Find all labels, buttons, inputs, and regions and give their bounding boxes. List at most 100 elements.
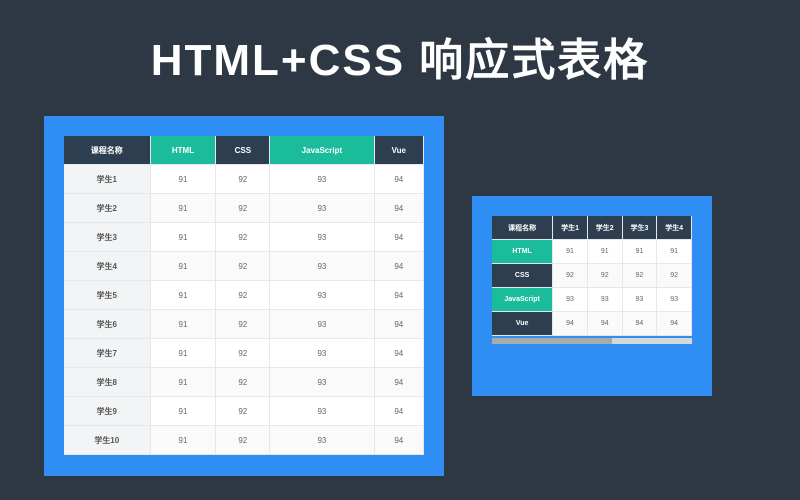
cell-value: 91 bbox=[151, 194, 217, 223]
table-row: 学生191929394 bbox=[64, 165, 424, 194]
row-header: CSS bbox=[492, 264, 553, 288]
table-row: Vue94949494 bbox=[492, 312, 692, 336]
cell-value: 91 bbox=[151, 165, 217, 194]
cell-value: 94 bbox=[623, 312, 658, 336]
col-header-course: 课程名称 bbox=[64, 136, 151, 165]
cell-value: 92 bbox=[588, 264, 623, 288]
cell-value: 92 bbox=[216, 426, 270, 455]
table-row: 学生591929394 bbox=[64, 281, 424, 310]
cell-value: 92 bbox=[553, 264, 588, 288]
cell-value: 93 bbox=[270, 252, 374, 281]
cell-value: 92 bbox=[216, 223, 270, 252]
cell-value: 91 bbox=[623, 240, 658, 264]
cell-value: 94 bbox=[375, 281, 424, 310]
col-header-student1: 学生1 bbox=[553, 216, 588, 240]
desktop-table-panel: 课程名称 HTML CSS JavaScript Vue 学生191929394… bbox=[44, 116, 444, 476]
col-header-javascript: JavaScript bbox=[270, 136, 374, 165]
cell-value: 94 bbox=[375, 368, 424, 397]
cell-value: 94 bbox=[375, 310, 424, 339]
table-header-row: 课程名称 学生1 学生2 学生3 学生4 bbox=[492, 216, 692, 240]
horizontal-scrollbar[interactable] bbox=[492, 338, 692, 344]
cell-value: 93 bbox=[270, 310, 374, 339]
cell-value: 91 bbox=[151, 281, 217, 310]
mobile-table: 课程名称 学生1 学生2 学生3 学生4 HTML91919191CSS9292… bbox=[492, 216, 692, 336]
col-header-css: CSS bbox=[216, 136, 270, 165]
cell-value: 92 bbox=[623, 264, 658, 288]
cell-value: 92 bbox=[216, 281, 270, 310]
col-header-student2: 学生2 bbox=[588, 216, 623, 240]
cell-value: 93 bbox=[270, 281, 374, 310]
row-header: Vue bbox=[492, 312, 553, 336]
cell-value: 94 bbox=[553, 312, 588, 336]
desktop-table: 课程名称 HTML CSS JavaScript Vue 学生191929394… bbox=[64, 136, 424, 455]
cell-value: 93 bbox=[270, 368, 374, 397]
row-label: 学生10 bbox=[64, 426, 151, 455]
col-header-html: HTML bbox=[151, 136, 217, 165]
table-row: 学生391929394 bbox=[64, 223, 424, 252]
cell-value: 93 bbox=[623, 288, 658, 312]
cell-value: 91 bbox=[151, 397, 217, 426]
table-row: HTML91919191 bbox=[492, 240, 692, 264]
cell-value: 94 bbox=[375, 252, 424, 281]
cell-value: 94 bbox=[375, 397, 424, 426]
table-row: 学生491929394 bbox=[64, 252, 424, 281]
mobile-table-panel: 课程名称 学生1 学生2 学生3 学生4 HTML91919191CSS9292… bbox=[472, 196, 712, 396]
table-row: 学生791929394 bbox=[64, 339, 424, 368]
table-header-row: 课程名称 HTML CSS JavaScript Vue bbox=[64, 136, 424, 165]
cell-value: 93 bbox=[270, 223, 374, 252]
cell-value: 92 bbox=[216, 368, 270, 397]
cell-value: 93 bbox=[270, 165, 374, 194]
cell-value: 93 bbox=[553, 288, 588, 312]
row-label: 学生4 bbox=[64, 252, 151, 281]
table-row: 学生1091929394 bbox=[64, 426, 424, 455]
page-title: HTML+CSS 响应式表格 bbox=[0, 0, 800, 116]
cell-value: 94 bbox=[588, 312, 623, 336]
cell-value: 93 bbox=[270, 426, 374, 455]
cell-value: 91 bbox=[151, 223, 217, 252]
row-label: 学生7 bbox=[64, 339, 151, 368]
row-label: 学生3 bbox=[64, 223, 151, 252]
cell-value: 93 bbox=[270, 339, 374, 368]
col-header-student4: 学生4 bbox=[657, 216, 692, 240]
cell-value: 91 bbox=[553, 240, 588, 264]
cell-value: 94 bbox=[375, 165, 424, 194]
row-label: 学生5 bbox=[64, 281, 151, 310]
table-row: CSS92929292 bbox=[492, 264, 692, 288]
row-label: 学生1 bbox=[64, 165, 151, 194]
col-header-student3: 学生3 bbox=[623, 216, 658, 240]
cell-value: 92 bbox=[657, 264, 692, 288]
table-row: 学生291929394 bbox=[64, 194, 424, 223]
cell-value: 92 bbox=[216, 194, 270, 223]
row-header: JavaScript bbox=[492, 288, 553, 312]
table-row: 学生991929394 bbox=[64, 397, 424, 426]
cell-value: 91 bbox=[151, 310, 217, 339]
panels-container: 课程名称 HTML CSS JavaScript Vue 学生191929394… bbox=[0, 116, 800, 476]
table-row: JavaScript93939393 bbox=[492, 288, 692, 312]
cell-value: 93 bbox=[588, 288, 623, 312]
cell-value: 93 bbox=[657, 288, 692, 312]
cell-value: 92 bbox=[216, 165, 270, 194]
cell-value: 94 bbox=[375, 194, 424, 223]
cell-value: 92 bbox=[216, 397, 270, 426]
cell-value: 91 bbox=[151, 339, 217, 368]
cell-value: 94 bbox=[657, 312, 692, 336]
cell-value: 91 bbox=[657, 240, 692, 264]
row-label: 学生2 bbox=[64, 194, 151, 223]
row-label: 学生6 bbox=[64, 310, 151, 339]
cell-value: 93 bbox=[270, 194, 374, 223]
cell-value: 94 bbox=[375, 223, 424, 252]
cell-value: 92 bbox=[216, 310, 270, 339]
cell-value: 92 bbox=[216, 339, 270, 368]
col-header-vue: Vue bbox=[375, 136, 424, 165]
cell-value: 91 bbox=[588, 240, 623, 264]
cell-value: 94 bbox=[375, 339, 424, 368]
row-label: 学生8 bbox=[64, 368, 151, 397]
cell-value: 91 bbox=[151, 426, 217, 455]
table-row: 学生891929394 bbox=[64, 368, 424, 397]
table-row: 学生691929394 bbox=[64, 310, 424, 339]
cell-value: 92 bbox=[216, 252, 270, 281]
cell-value: 94 bbox=[375, 426, 424, 455]
cell-value: 93 bbox=[270, 397, 374, 426]
row-label: 学生9 bbox=[64, 397, 151, 426]
col-header-course: 课程名称 bbox=[492, 216, 553, 240]
